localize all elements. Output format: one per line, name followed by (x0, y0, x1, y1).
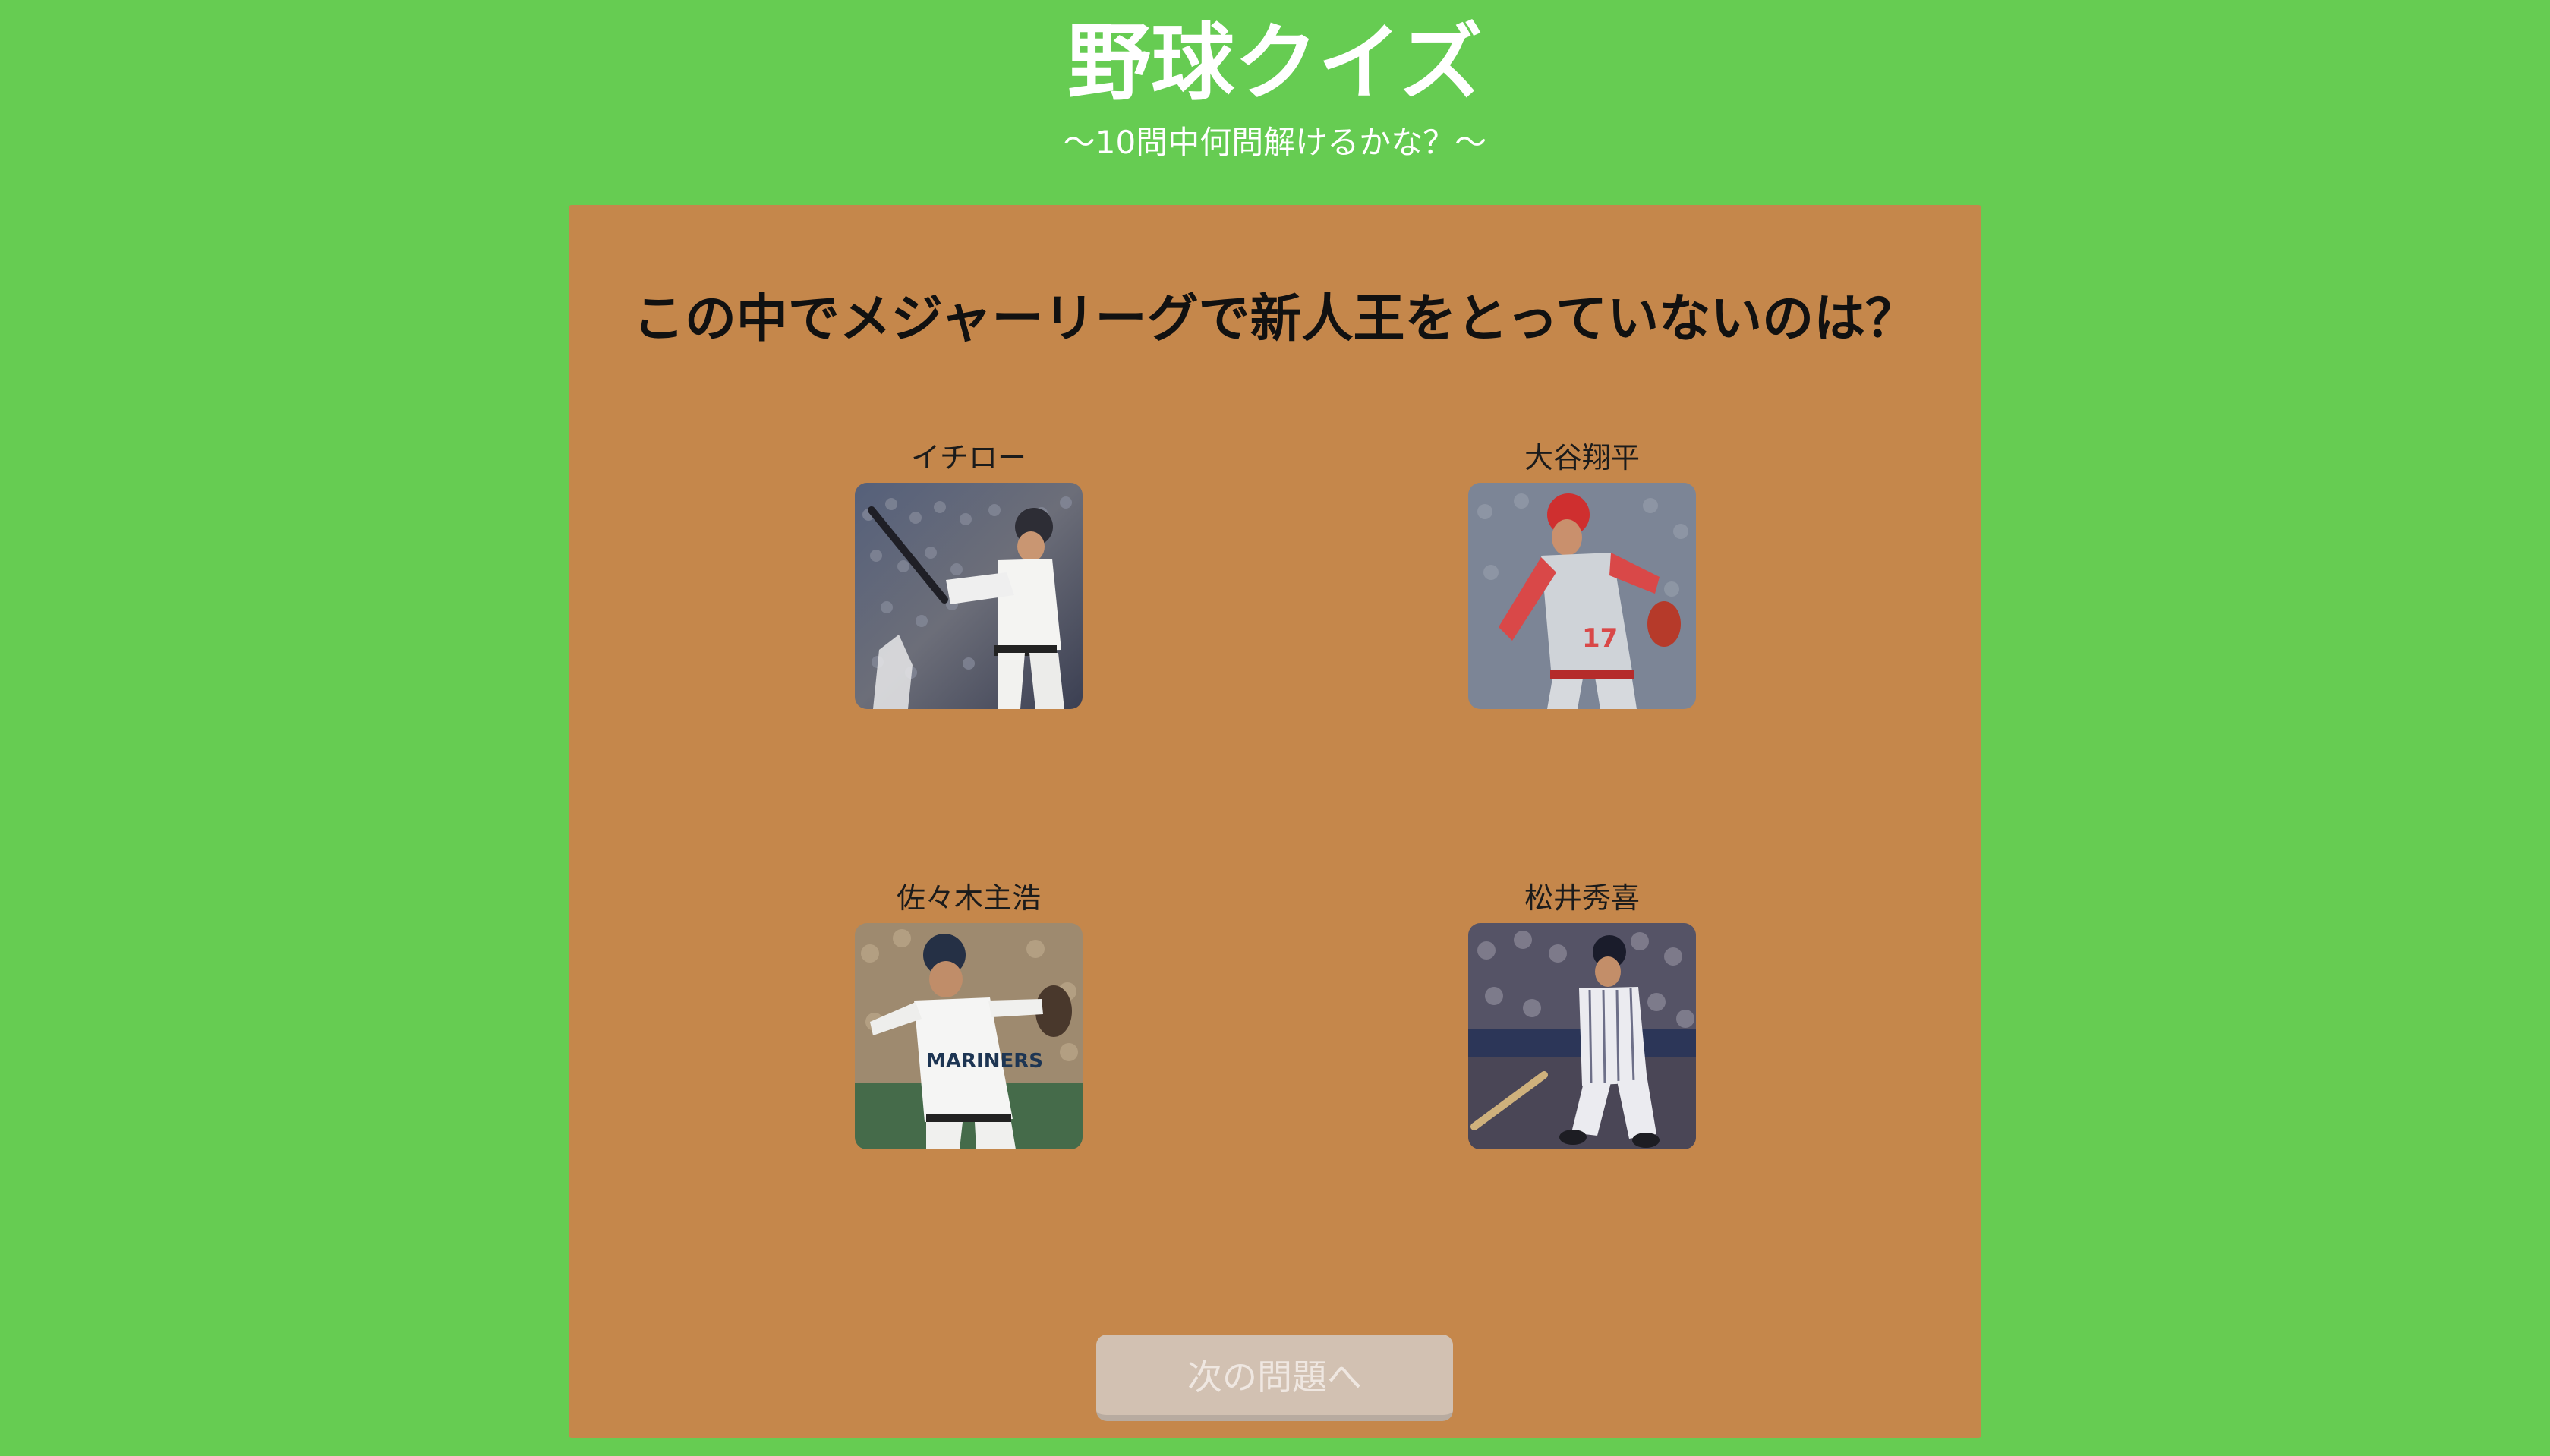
baseball-batter-photo-icon (1468, 923, 1696, 1149)
baseball-pitcher-photo-icon: MARINERS (855, 923, 1083, 1149)
quiz-panel: この中でメジャーリーグで新人王をとっていないのは？ イチロー 大谷翔平 17 佐… (569, 205, 1981, 1438)
svg-text:MARINERS: MARINERS (926, 1050, 1043, 1073)
baseball-pitcher-photo-icon: 17 (1468, 483, 1696, 709)
answer-option-label: 松井秀喜 (1524, 881, 1640, 915)
answer-option-ichiro[interactable]: イチロー (855, 439, 1083, 709)
quiz-title: 野球クイズ (1067, 14, 1483, 112)
answer-option-matsui[interactable]: 松井秀喜 (1468, 879, 1696, 1149)
matsui-photo[interactable] (1468, 923, 1696, 1149)
baseball-batter-photo-icon (855, 483, 1083, 709)
question-text: この中でメジャーリーグで新人王をとっていないのは？ (632, 289, 1918, 349)
answer-option-label: イチロー (910, 441, 1026, 474)
next-question-button[interactable]: 次の問題へ (1096, 1335, 1453, 1421)
answer-option-sasaki[interactable]: 佐々木主浩 MARINERS (855, 879, 1083, 1149)
svg-text:17: 17 (1582, 623, 1618, 654)
ohtani-photo[interactable]: 17 (1468, 483, 1696, 709)
sasaki-photo[interactable]: MARINERS (855, 923, 1083, 1149)
answer-option-ohtani[interactable]: 大谷翔平 17 (1468, 439, 1696, 709)
answer-option-label: 大谷翔平 (1524, 441, 1640, 474)
quiz-subtitle: 〜10問中何問解けるかな？〜 (1063, 124, 1487, 161)
ichiro-photo[interactable] (855, 483, 1083, 709)
answer-option-label: 佐々木主浩 (896, 881, 1041, 915)
